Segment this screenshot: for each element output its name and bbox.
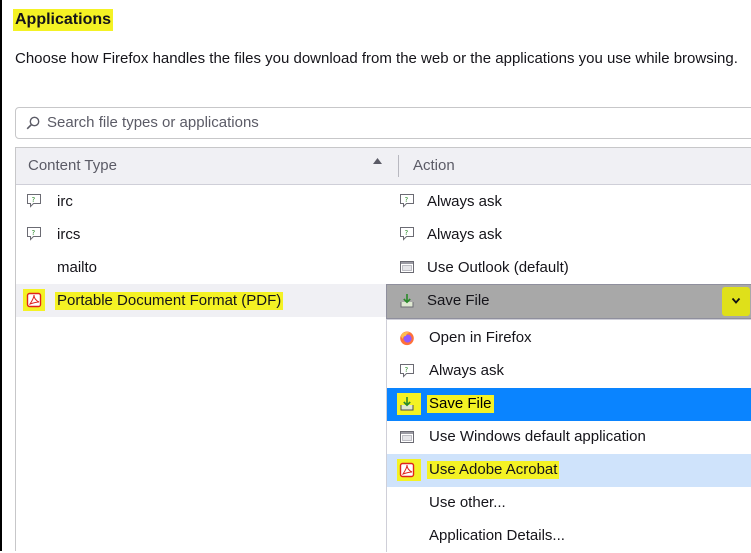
chat-icon: ? [400, 194, 414, 208]
pdf-icon [399, 462, 415, 478]
dropdown-selected-value: Save File [427, 292, 490, 309]
menu-item-label: Save File [427, 395, 494, 413]
svg-text:?: ? [32, 196, 36, 204]
chat-icon: ? [27, 194, 41, 208]
svg-text:?: ? [405, 366, 409, 374]
column-header-action[interactable]: Action [413, 157, 455, 174]
table-row[interactable]: ? irc ? Always ask [16, 185, 751, 218]
content-type-label: irc [57, 193, 73, 210]
action-label: Use Outlook (default) [427, 259, 569, 276]
chat-icon: ? [400, 364, 414, 378]
content-type-label: Portable Document Format (PDF) [55, 292, 284, 310]
menu-item-open-in-firefox[interactable]: Open in Firefox [387, 322, 751, 355]
dropdown-toggle-button[interactable] [722, 287, 750, 316]
menu-item-label: Use Windows default application [429, 428, 646, 445]
download-save-icon [400, 397, 414, 411]
chat-icon: ? [400, 227, 414, 241]
application-window-icon [400, 431, 414, 443]
pdf-icon [26, 292, 42, 308]
column-header-content-type[interactable]: Content Type [28, 157, 117, 174]
menu-item-label: Open in Firefox [429, 329, 532, 346]
table-row[interactable]: mailto Use Outlook (default) [16, 251, 751, 284]
action-dropdown-menu: Open in Firefox ? Always ask Save File U… [386, 319, 751, 552]
application-window-icon [400, 261, 414, 273]
menu-item-always-ask[interactable]: ? Always ask [387, 355, 751, 388]
chevron-down-icon [731, 297, 741, 304]
download-save-icon [400, 294, 414, 308]
action-label: Always ask [427, 193, 503, 210]
preferences-panel: Applications Choose how Firefox handles … [0, 0, 751, 552]
section-title: Applications [13, 9, 114, 31]
menu-item-use-other[interactable]: Use other... [387, 487, 751, 520]
menu-item-label: Use other... [429, 494, 506, 511]
menu-item-application-details[interactable]: Application Details... [387, 520, 751, 553]
svg-text:?: ? [32, 229, 36, 237]
menu-item-label: Application Details... [429, 527, 565, 544]
chat-icon: ? [27, 227, 41, 241]
applications-table: Content Type Action ? irc ? Always ask ?… [15, 147, 751, 552]
action-label: Always ask [427, 226, 503, 243]
sort-ascending-icon[interactable] [373, 158, 382, 165]
menu-item-label: Use Adobe Acrobat [427, 461, 560, 479]
section-description: Choose how Firefox handles the files you… [15, 50, 738, 67]
svg-text:?: ? [405, 196, 409, 204]
menu-item-save-file[interactable]: Save File [387, 388, 751, 421]
panel-border [0, 0, 2, 551]
menu-item-use-adobe-acrobat[interactable]: Use Adobe Acrobat [387, 454, 751, 487]
search-placeholder: Search file types or applications [47, 114, 259, 131]
table-header: Content Type Action [16, 148, 751, 185]
menu-item-label: Always ask [429, 362, 505, 379]
menu-item-use-windows-default[interactable]: Use Windows default application [387, 421, 751, 454]
content-type-label: mailto [57, 259, 98, 276]
svg-text:?: ? [405, 229, 409, 237]
search-input[interactable]: Search file types or applications [15, 107, 751, 139]
content-type-label: ircs [57, 226, 81, 243]
firefox-icon [400, 331, 414, 346]
table-row[interactable]: ? ircs ? Always ask [16, 218, 751, 251]
action-dropdown[interactable]: Save File [386, 284, 751, 319]
search-icon [26, 116, 40, 130]
column-divider[interactable] [398, 155, 399, 177]
